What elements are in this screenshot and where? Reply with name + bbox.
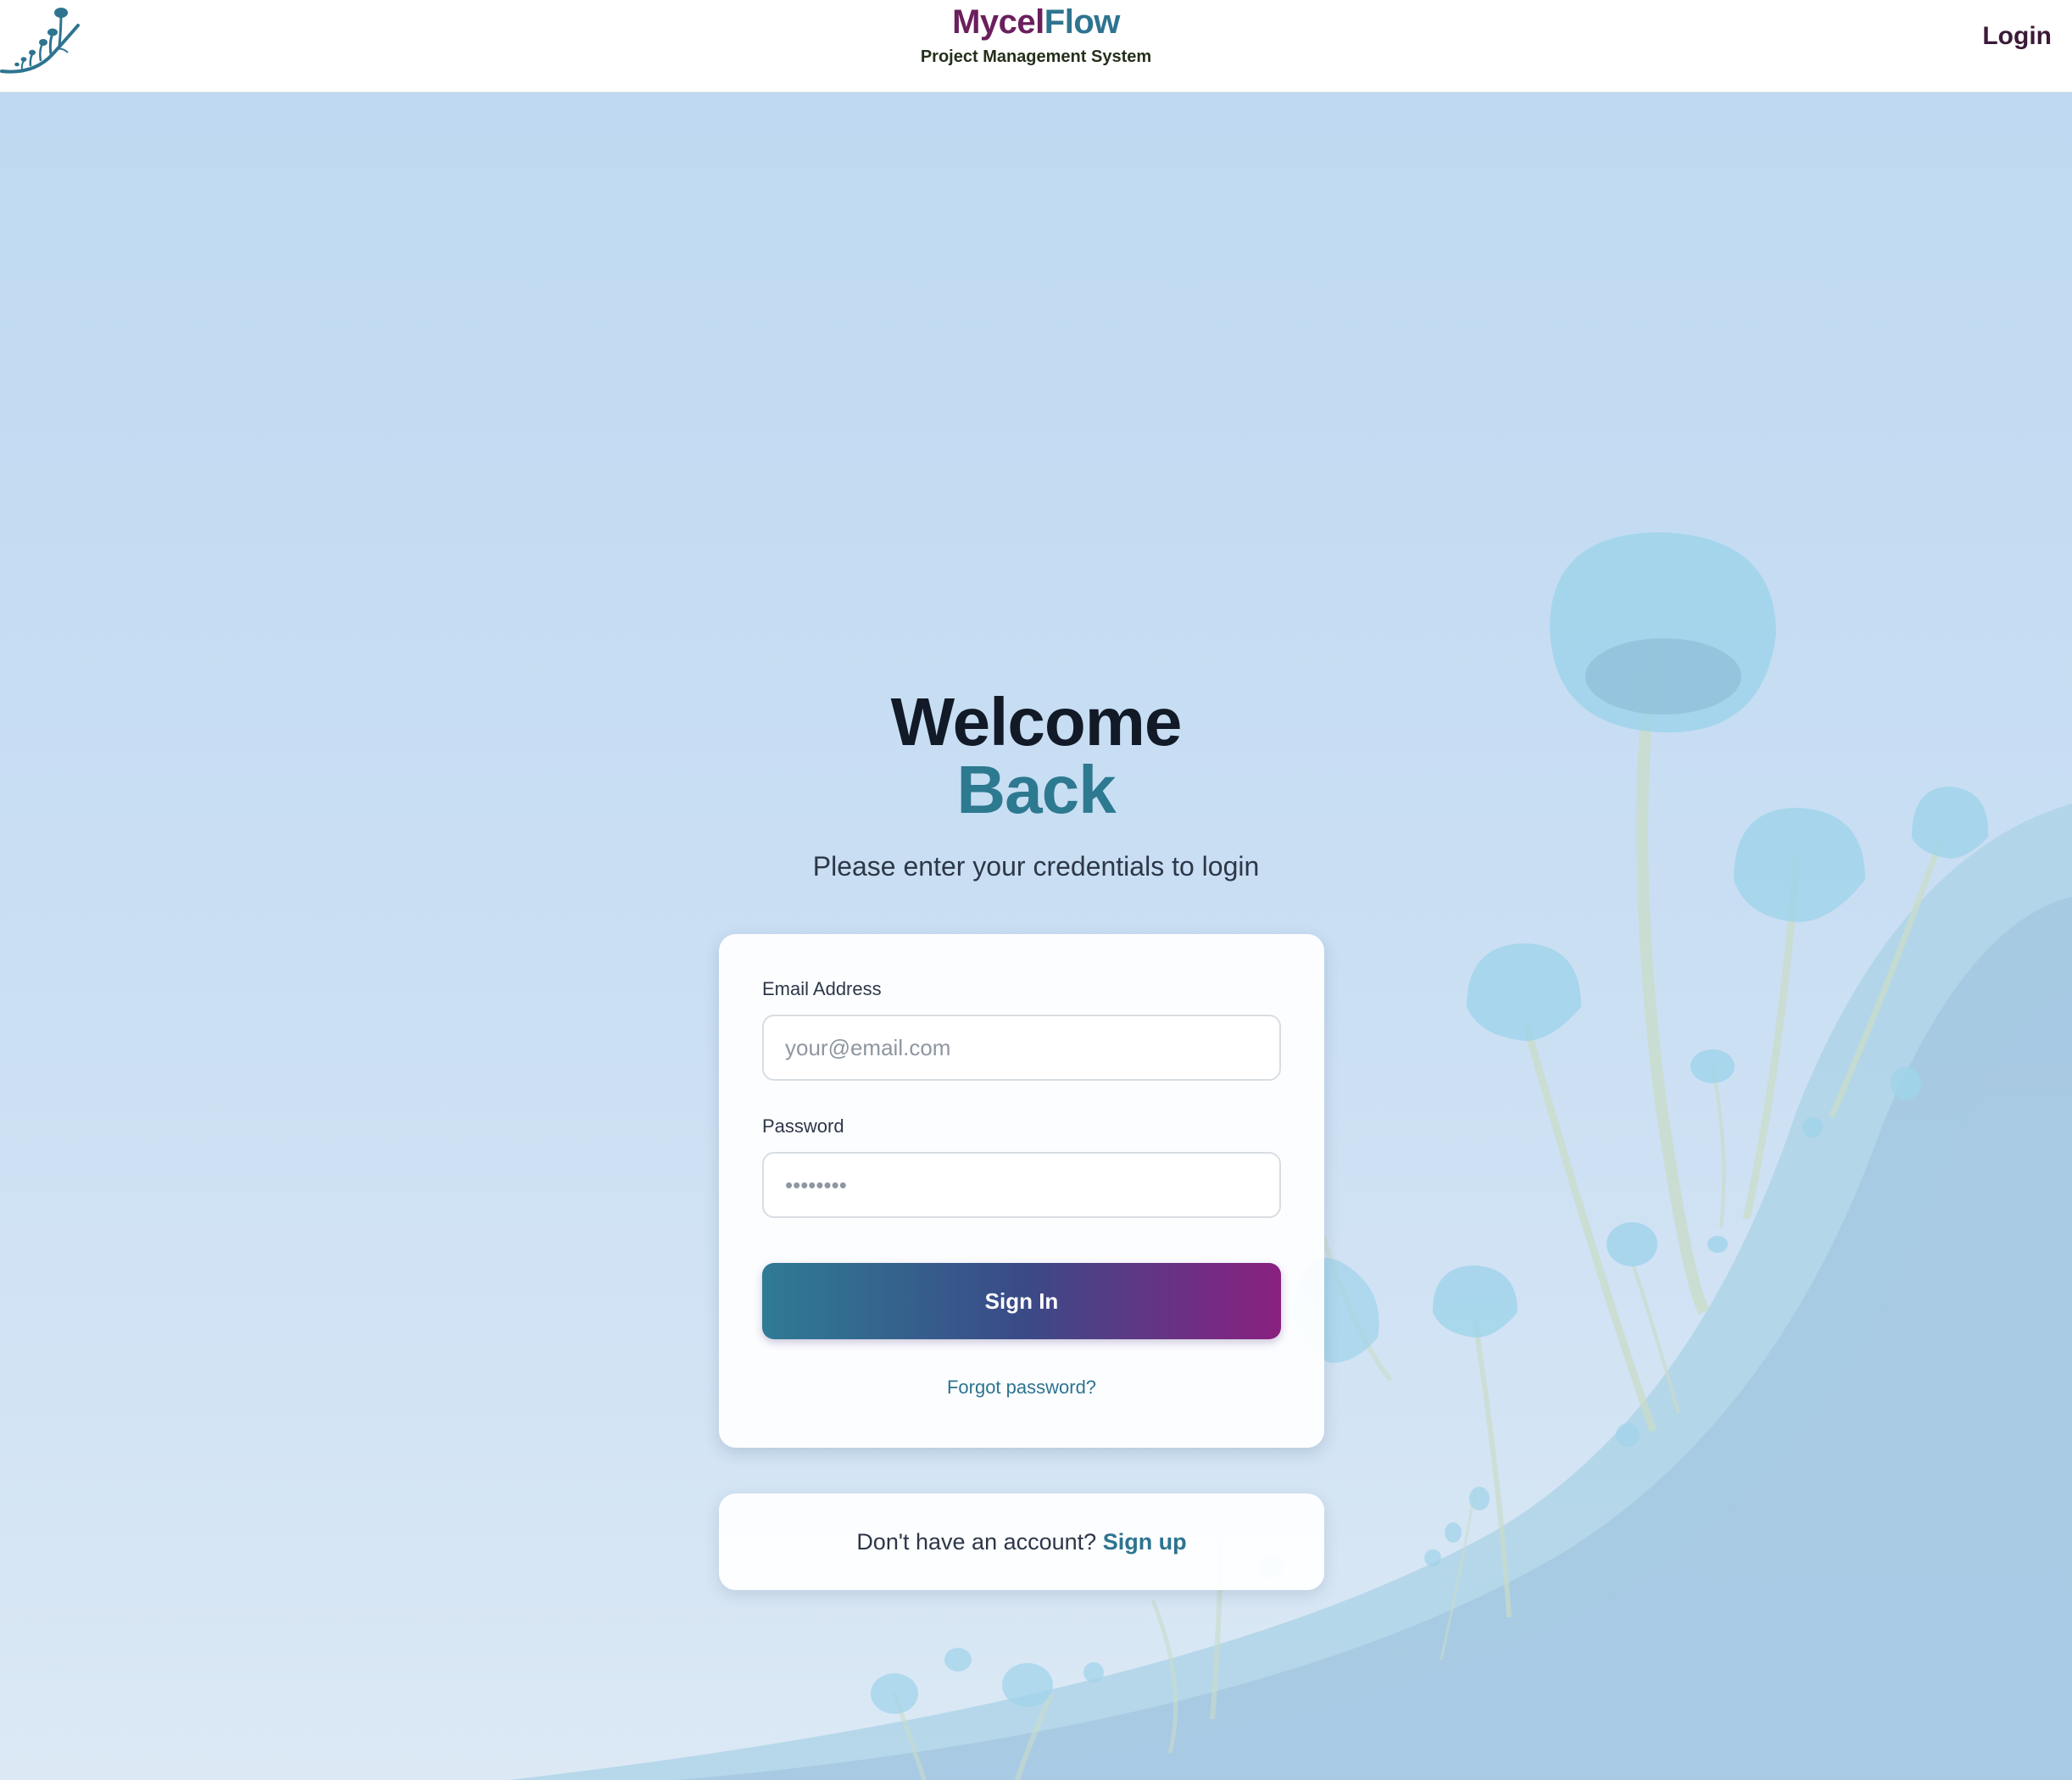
brand-tagline: Project Management System xyxy=(920,47,1152,66)
top-navbar: MycelFlow Project Management System Logi… xyxy=(0,0,2072,92)
sign-in-button[interactable]: Sign In xyxy=(762,1263,1281,1339)
brand-name-part1: Mycel xyxy=(952,3,1044,41)
email-label: Email Address xyxy=(762,978,882,999)
password-label: Password xyxy=(762,1115,844,1137)
password-input[interactable] xyxy=(762,1152,1281,1218)
login-subtitle: Please enter your credentials to login xyxy=(812,851,1260,882)
signup-prompt-card: Don't have an account? Sign up xyxy=(719,1494,1324,1590)
signup-prompt-text: Don't have an account? xyxy=(856,1529,1097,1555)
brand-name-part2: Flow xyxy=(1044,3,1121,41)
email-input[interactable] xyxy=(762,1015,1281,1081)
welcome-heading: Welcome Back xyxy=(0,688,2072,824)
login-form-card: Email Address Password Sign In Forgot pa… xyxy=(719,934,1324,1448)
brand-name: MycelFlow xyxy=(0,2,2072,42)
forgot-password-link[interactable]: Forgot password? xyxy=(719,1377,1324,1399)
welcome-heading-line2: Back xyxy=(956,752,1116,827)
login-nav-link[interactable]: Login xyxy=(1982,22,2052,51)
sign-up-link[interactable]: Sign up xyxy=(1103,1529,1187,1555)
welcome-heading-line1: Welcome xyxy=(890,684,1183,759)
